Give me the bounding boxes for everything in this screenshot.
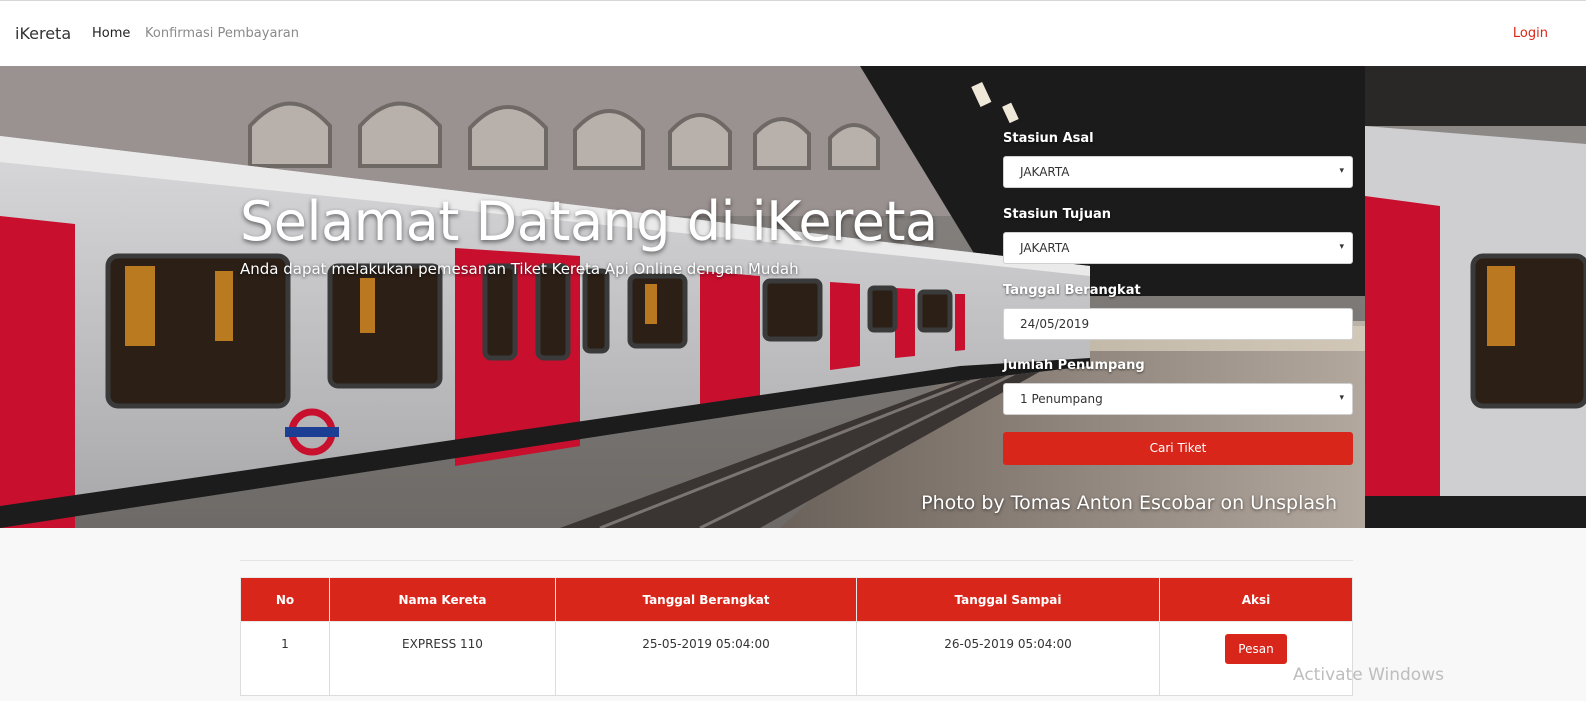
- chevron-down-icon: ▾: [1339, 393, 1344, 403]
- pesan-button[interactable]: Pesan: [1225, 634, 1287, 664]
- header-no: No: [240, 577, 330, 622]
- stasiun-tujuan-select[interactable]: JAKARTA ▾: [1003, 232, 1353, 264]
- hero-banner: Selamat Datang di iKereta Anda dapat mel…: [0, 66, 1586, 528]
- header-aksi: Aksi: [1159, 577, 1353, 622]
- cell-no: 1: [240, 621, 330, 696]
- chevron-down-icon: ▾: [1339, 242, 1344, 252]
- nav-home-link[interactable]: Home: [92, 26, 130, 41]
- header-tanggal-sampai: Tanggal Sampai: [856, 577, 1160, 622]
- stasiun-asal-value: JAKARTA: [1020, 165, 1070, 179]
- tanggal-berangkat-input[interactable]: 24/05/2019: [1003, 308, 1353, 340]
- table-row: 1 EXPRESS 110 25-05-2019 05:04:00 26-05-…: [240, 621, 1353, 696]
- hero-photo-tile: [1365, 66, 1586, 528]
- table-header-row: No Nama Kereta Tanggal Berangkat Tanggal…: [240, 577, 1353, 622]
- hero-subtitle: Anda dapat melakukan pemesanan Tiket Ker…: [240, 260, 799, 278]
- jumlah-penumpang-value: 1 Penumpang: [1020, 392, 1103, 406]
- stasiun-tujuan-label: Stasiun Tujuan: [1003, 207, 1112, 222]
- stasiun-asal-select[interactable]: JAKARTA ▾: [1003, 156, 1353, 188]
- hero-title: Selamat Datang di iKereta: [240, 190, 938, 253]
- tanggal-berangkat-value: 24/05/2019: [1020, 317, 1090, 331]
- navbar: iKereta Home Konfirmasi Pembayaran Login: [0, 0, 1586, 66]
- cell-nama-kereta: EXPRESS 110: [329, 621, 556, 696]
- login-link[interactable]: Login: [1513, 26, 1548, 41]
- stasiun-tujuan-value: JAKARTA: [1020, 241, 1070, 255]
- nav-konfirmasi-link[interactable]: Konfirmasi Pembayaran: [145, 26, 299, 41]
- cari-tiket-button[interactable]: Cari Tiket: [1003, 432, 1353, 465]
- divider: [240, 560, 1353, 561]
- chevron-down-icon: ▾: [1339, 166, 1344, 176]
- results-table: No Nama Kereta Tanggal Berangkat Tanggal…: [240, 577, 1353, 696]
- jumlah-penumpang-label: Jumlah Penumpang: [1003, 358, 1145, 373]
- cell-tanggal-sampai: 26-05-2019 05:04:00: [856, 621, 1160, 696]
- stasiun-asal-label: Stasiun Asal: [1003, 131, 1094, 146]
- header-nama-kereta: Nama Kereta: [329, 577, 556, 622]
- photo-credit: Photo by Tomas Anton Escobar on Unsplash: [921, 492, 1337, 514]
- cell-tanggal-berangkat: 25-05-2019 05:04:00: [555, 621, 857, 696]
- header-tanggal-berangkat: Tanggal Berangkat: [555, 577, 857, 622]
- jumlah-penumpang-select[interactable]: 1 Penumpang ▾: [1003, 383, 1353, 415]
- tanggal-berangkat-label: Tanggal Berangkat: [1003, 283, 1141, 298]
- activate-windows-watermark: Activate Windows: [1293, 665, 1444, 685]
- brand-logo[interactable]: iKereta: [15, 24, 71, 43]
